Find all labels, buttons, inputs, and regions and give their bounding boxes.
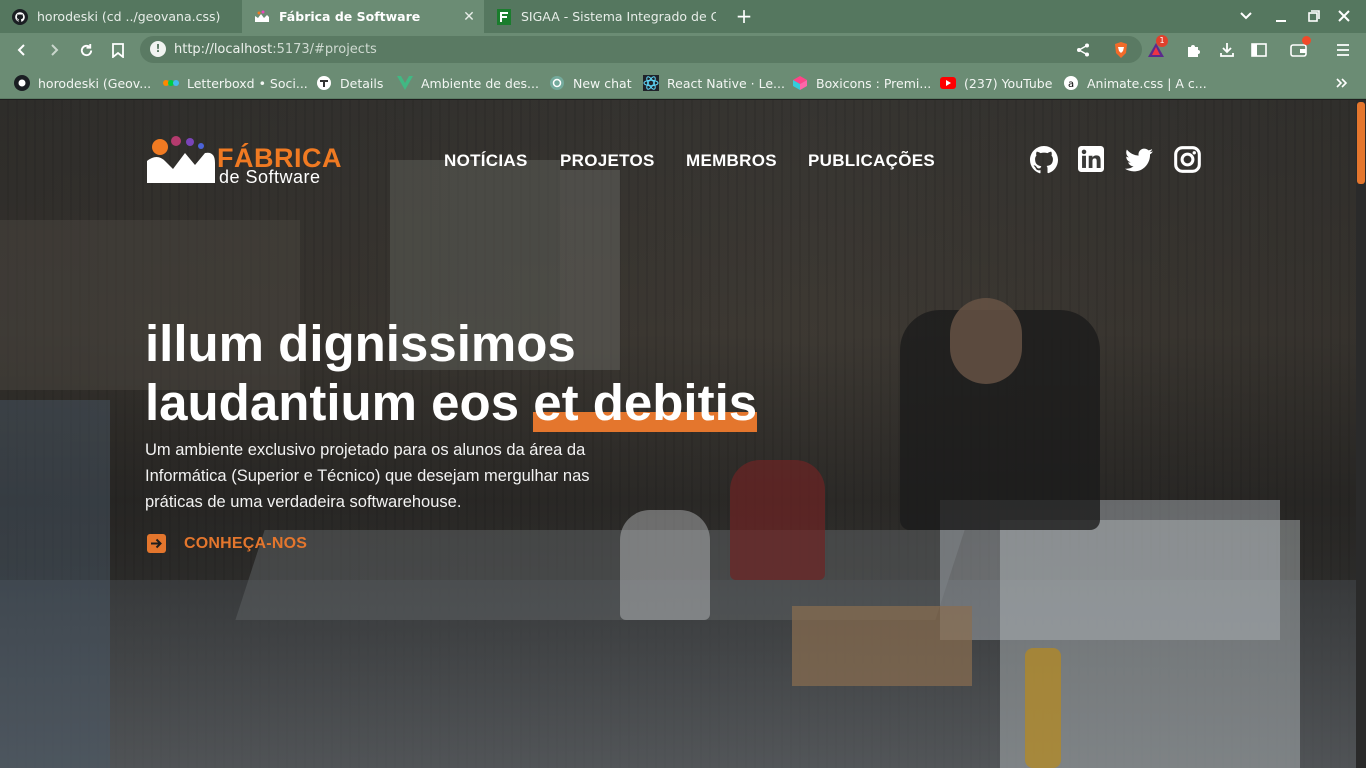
react-icon (643, 75, 659, 91)
address-bar[interactable]: ! http://localhost:5173/#projects (140, 36, 1142, 63)
close-tab-icon[interactable]: ✕ (458, 9, 480, 25)
rewards-badge: 1 (1156, 35, 1168, 47)
maximize-button[interactable] (1303, 6, 1325, 26)
browser-toolbar: ! http://localhost:5173/#projects 1 (0, 33, 1366, 66)
url-text[interactable]: http://localhost:5173/#projects (174, 42, 377, 57)
sigaa-icon (496, 8, 512, 25)
bookmark-item[interactable]: New chat (549, 74, 632, 92)
share-icon[interactable] (1072, 39, 1094, 61)
close-window-button[interactable] (1333, 6, 1355, 26)
brave-shields-icon[interactable] (1110, 39, 1132, 61)
tab-bar: horodeski (cd ../geovana.css) Fábrica de… (0, 0, 1366, 33)
sidebar-icon[interactable] (1248, 39, 1270, 61)
downloads-icon[interactable] (1216, 39, 1238, 61)
tab-github[interactable]: horodeski (cd ../geovana.css) (0, 0, 242, 33)
youtube-icon (940, 75, 956, 91)
github-icon (14, 75, 30, 91)
bookmark-item[interactable]: Letterboxd • Soci... (163, 74, 308, 92)
site-info-icon[interactable]: ! (150, 41, 166, 57)
site-logo[interactable]: FÁBRICA de Software (145, 135, 365, 191)
tab-fabrica[interactable]: Fábrica de Software ✕ (242, 0, 484, 33)
boxicons-icon (792, 75, 808, 91)
new-tab-button[interactable]: + (734, 5, 754, 27)
bookmark-item[interactable]: Ambiente de des... (397, 74, 539, 92)
details-icon (316, 75, 332, 91)
arrow-right-icon (147, 534, 166, 553)
reload-icon[interactable] (75, 39, 97, 61)
conheca-nos-button[interactable]: CONHEÇA-NOS (147, 534, 307, 553)
linkedin-icon[interactable] (1078, 146, 1106, 174)
nav-noticias[interactable]: NOTÍCIAS (444, 151, 528, 171)
hero-section: FÁBRICA de Software NOTÍCIAS PROJETOS ME… (0, 100, 1356, 768)
bookmark-item[interactable]: Boxicons : Premi... (792, 74, 931, 92)
svg-text:a: a (1068, 79, 1074, 90)
nav-membros[interactable]: MEMBROS (686, 151, 777, 171)
more-bookmarks-icon[interactable] (1336, 74, 1348, 92)
forward-icon[interactable] (43, 39, 65, 61)
animate-icon: a (1063, 75, 1079, 91)
extensions-icon[interactable] (1183, 39, 1205, 61)
cta-label: CONHEÇA-NOS (184, 534, 308, 552)
bookmark-item[interactable]: (237) YouTube (940, 74, 1052, 92)
minimize-button[interactable] (1270, 6, 1292, 26)
vue-icon (397, 75, 413, 91)
nav-publicacoes[interactable]: PUBLICAÇÕES (808, 151, 935, 171)
menu-icon[interactable] (1332, 39, 1354, 61)
nav-projetos[interactable]: PROJETOS (560, 151, 655, 171)
github-icon[interactable] (1030, 146, 1058, 174)
bookmark-item[interactable]: React Native · Le... (643, 74, 785, 92)
logo-text-software: de Software (219, 167, 321, 187)
tab-title: horodeski (cd ../geovana.css) (37, 9, 221, 24)
openai-icon (549, 75, 565, 91)
bookmark-item[interactable]: horodeski (Geov... (14, 74, 151, 92)
back-icon[interactable] (11, 39, 33, 61)
instagram-icon[interactable] (1174, 146, 1202, 174)
fabrica-icon (254, 9, 270, 25)
wallet-dot (1302, 36, 1311, 45)
bookmark-item[interactable]: Details (316, 74, 383, 92)
bookmark-item[interactable]: a Animate.css | A c... (1063, 74, 1207, 92)
tab-title: Fábrica de Software (279, 9, 421, 24)
page-scrollbar[interactable] (1356, 100, 1366, 768)
brave-rewards-icon[interactable]: 1 (1145, 35, 1168, 61)
github-icon (12, 8, 28, 25)
scrollbar-thumb[interactable] (1357, 102, 1365, 184)
logo-mark-icon (147, 136, 215, 183)
wallet-icon[interactable] (1288, 36, 1311, 61)
tab-search-icon[interactable] (1235, 6, 1257, 26)
hero-headline: illum dignissimos laudantium eos et debi… (145, 314, 757, 432)
hero-subtitle: Um ambiente exclusivo projetado para os … (145, 441, 590, 511)
twitter-icon[interactable] (1125, 146, 1153, 174)
headline-line-2: laudantium eos (145, 374, 534, 431)
letterboxd-icon (163, 75, 179, 91)
headline-line-1: illum dignissimos (145, 315, 576, 372)
bookmarks-bar: horodeski (Geov... Letterboxd • Soci... … (0, 66, 1366, 99)
bookmark-icon[interactable] (107, 39, 129, 61)
headline-highlight: et debitis (533, 374, 758, 432)
tab-title: SIGAA - Sistema Integrado de Gest (521, 9, 716, 24)
tab-sigaa[interactable]: SIGAA - Sistema Integrado de Gest (484, 0, 716, 33)
